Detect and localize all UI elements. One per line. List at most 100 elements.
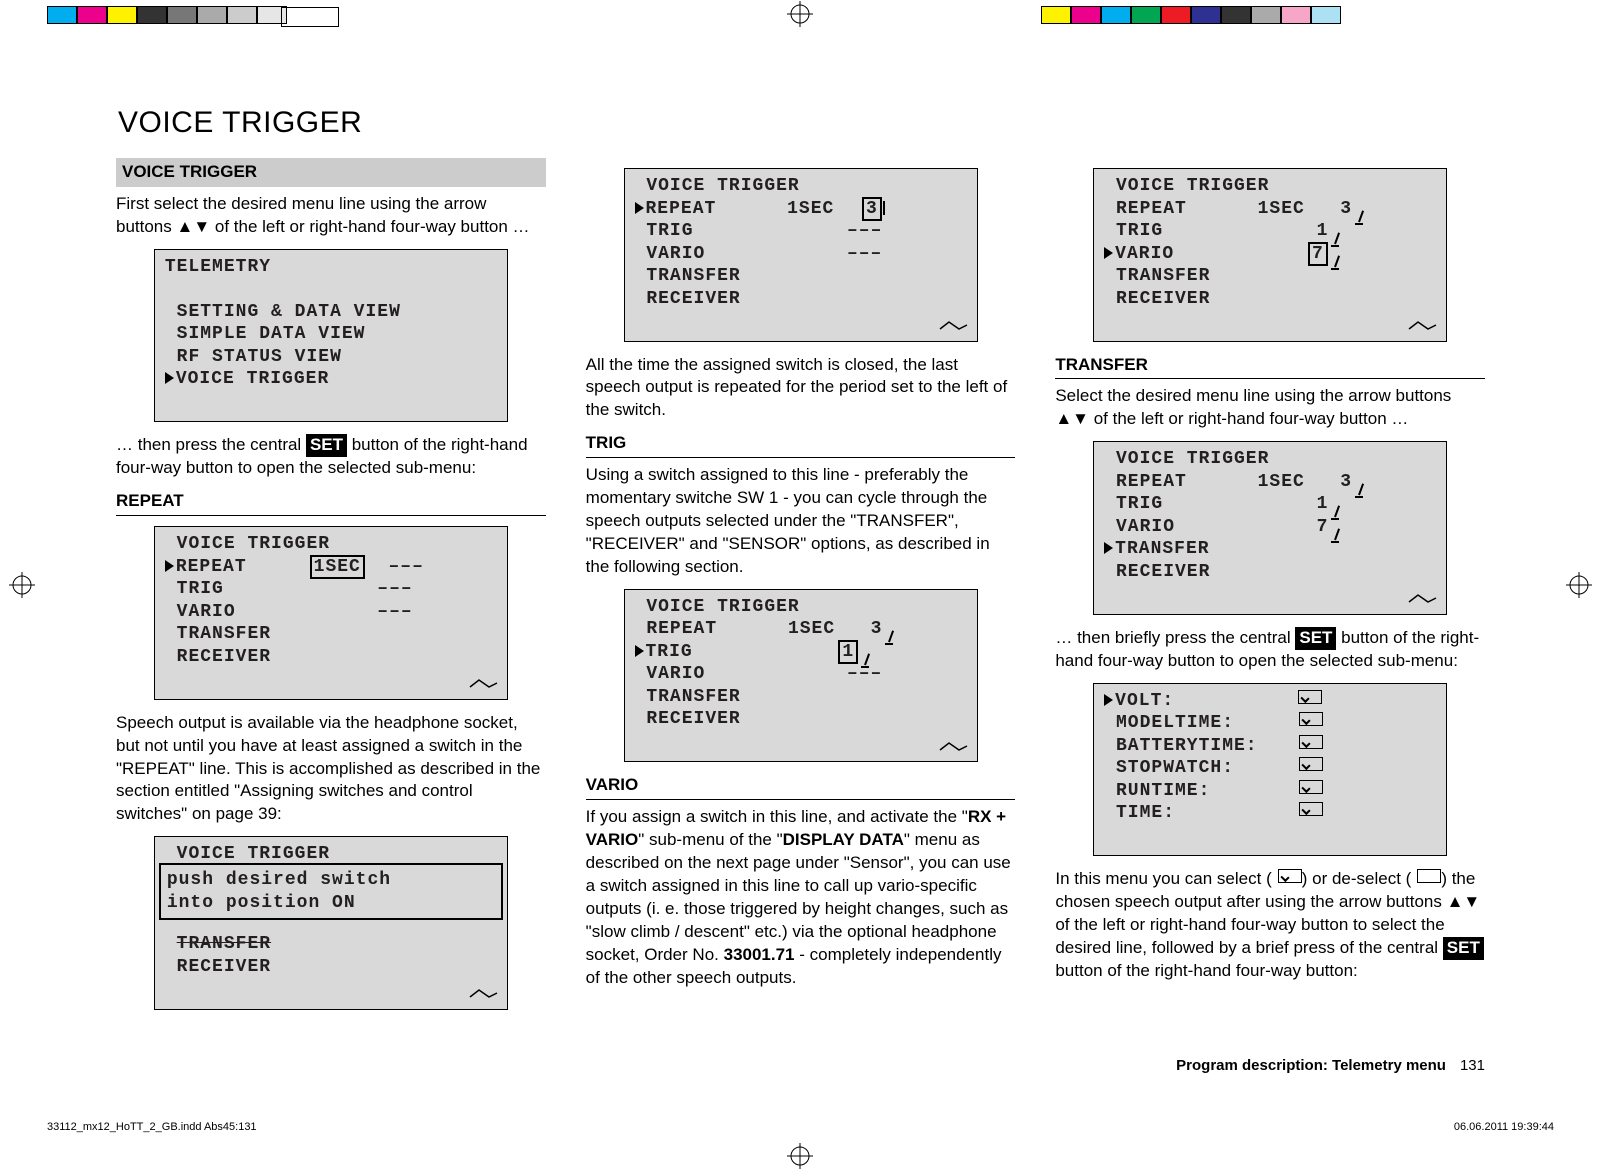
highlighted-value: 1SEC [310,555,365,579]
registration-mark-bottom [787,1143,813,1169]
lcd-vario: VOICE TRIGGER REPEAT 1SEC 3 TRIG 1 VARIO… [1093,168,1447,342]
checkbox-icon [1299,735,1323,749]
lcd-row: REPEAT 1SEC 3 [1104,471,1436,494]
paragraph: Speech output is available via the headp… [116,712,546,827]
lcd-row: TRANSFER [635,686,967,709]
lcd-row-hidden: TRANSFER [165,933,497,956]
page-title: VOICE TRIGGER [118,106,1485,140]
lcd-row: TRIG 1 [1104,220,1436,243]
lcd-row: RECEIVER [165,956,497,979]
lcd-row: RF STATUS VIEW [165,346,497,369]
column-2: VOICE TRIGGER REPEAT 1SEC 3 TRIG ––– VAR… [586,158,1016,1022]
lcd-row: VARIO 7 [1104,516,1436,539]
footer-symbol [469,672,499,695]
lcd-row: TRIG 1 [635,641,967,664]
highlighted-value: 3 [862,197,882,221]
lcd-row: TRANSFER [165,623,497,646]
checkbox-icon [1299,757,1323,771]
checkbox-checked-icon [1278,869,1302,883]
lcd-row: SETTING & DATA VIEW [165,301,497,324]
checkbox-empty-icon [1417,869,1441,883]
lcd-row: REPEAT 1SEC 3 [635,618,967,641]
lcd-row: VARIO ––– [165,601,497,624]
set-button-label: SET [1443,937,1484,960]
page-footer: Program description: Telemetry menu 131 [116,1057,1485,1074]
pointer-icon [635,645,644,657]
column-3: VOICE TRIGGER REPEAT 1SEC 3 TRIG 1 VARIO… [1055,158,1485,1022]
page: VOICE TRIGGER VOICE TRIGGER First select… [0,0,1599,1170]
footer-symbol [939,735,969,758]
lcd-row: RUNTIME: [1104,780,1436,803]
checkbox-icon [1299,712,1323,726]
column-1: VOICE TRIGGER First select the desired m… [116,158,546,1022]
lcd-title: VOICE TRIGGER [165,533,497,556]
lcd-row: TIME: [1104,802,1436,825]
registration-mark-right [1566,572,1592,598]
lcd-row: REPEAT 1SEC 3 [635,198,967,221]
lcd-telemetry: TELEMETRY SETTING & DATA VIEW SIMPLE DAT… [154,249,508,423]
pointer-icon [1104,247,1113,259]
lcd-row: VARIO 7 [1104,243,1436,266]
lcd-row: RECEIVER [635,708,967,731]
paragraph: Select the desired menu line using the a… [1055,385,1485,431]
lcd-transfer-list: VOLT: MODELTIME: BATTERYTIME: STOPWATCH:… [1093,683,1447,857]
lcd-row: TRIG 1 [1104,493,1436,516]
paragraph: Using a switch assigned to this line - p… [586,464,1016,579]
color-bar-left [47,6,287,22]
pointer-icon [1104,694,1113,706]
footer-symbol [939,314,969,337]
lcd-row: TRANSFER [1104,538,1436,561]
footer-symbol [469,982,499,1005]
highlighted-value: 7 [1308,242,1328,266]
subhead-trig: TRIG [586,432,1016,458]
section-voice-trigger: VOICE TRIGGER [116,158,546,187]
lcd-row: STOPWATCH: [1104,757,1436,780]
lcd-push-switch: VOICE TRIGGER REPEAT 1SEC push desired s… [154,836,508,1010]
paragraph: All the time the assigned switch is clos… [586,354,1016,423]
subhead-transfer: TRANSFER [1055,354,1485,380]
checkbox-icon [1299,802,1323,816]
lcd-title: TELEMETRY [165,256,497,279]
set-button-label: SET [1295,627,1336,650]
highlighted-value: 1 [838,640,858,664]
lcd-row: TRANSFER [635,265,967,288]
lcd-repeat-sw3: VOICE TRIGGER REPEAT 1SEC 3 TRIG ––– VAR… [624,168,978,342]
lcd-row: VOLT: [1104,690,1436,713]
footer-symbol [1408,587,1438,610]
pointer-icon [165,372,174,384]
lcd-row: VARIO ––– [635,663,967,686]
lcd-row: MODELTIME: [1104,712,1436,735]
arrow-updown-icon: ▲▼ [177,217,211,236]
footer-symbol [1408,314,1438,337]
lcd-row: RECEIVER [1104,561,1436,584]
pointer-icon [1104,542,1113,554]
lcd-row: BATTERYTIME: [1104,735,1436,758]
lcd-row: TRIG ––– [165,578,497,601]
paragraph: In this menu you can select () or de-sel… [1055,868,1485,983]
lcd-row: TRANSFER [1104,265,1436,288]
lcd-repeat-unassigned: VOICE TRIGGER REPEAT 1SEC ––– TRIG ––– V… [154,526,508,700]
lcd-title: VOICE TRIGGER [1104,448,1436,471]
lcd-transfer: VOICE TRIGGER REPEAT 1SEC 3 TRIG 1 VARIO… [1093,441,1447,615]
registration-mark-left [9,572,35,598]
switch-icon [883,201,885,215]
density-box [281,7,339,27]
pointer-icon [635,202,644,214]
set-button-label: SET [306,434,347,457]
lcd-row: REPEAT 1SEC 3 [1104,198,1436,221]
export-timestamp: 06.06.2011 19:39:44 [1454,1121,1554,1133]
subhead-vario: VARIO [586,774,1016,800]
lcd-row: VARIO ––– [635,243,967,266]
lcd-row: VOICE TRIGGER [165,368,497,391]
paragraph: … then press the central SET button of t… [116,434,546,480]
lcd-title: VOICE TRIGGER [1104,175,1436,198]
lcd-title: VOICE TRIGGER [635,175,967,198]
lcd-row: RECEIVER [635,288,967,311]
lcd-row: RECEIVER [165,646,497,669]
page-number: 131 [1460,1057,1485,1074]
footer-label: Program description: Telemetry menu [1176,1057,1446,1074]
indesign-filename: 33112_mx12_HoTT_2_GB.indd Abs45:131 [47,1121,257,1133]
registration-mark-top [787,1,813,27]
intro-paragraph: First select the desired menu line using… [116,193,546,239]
paragraph: … then briefly press the central SET but… [1055,627,1485,673]
